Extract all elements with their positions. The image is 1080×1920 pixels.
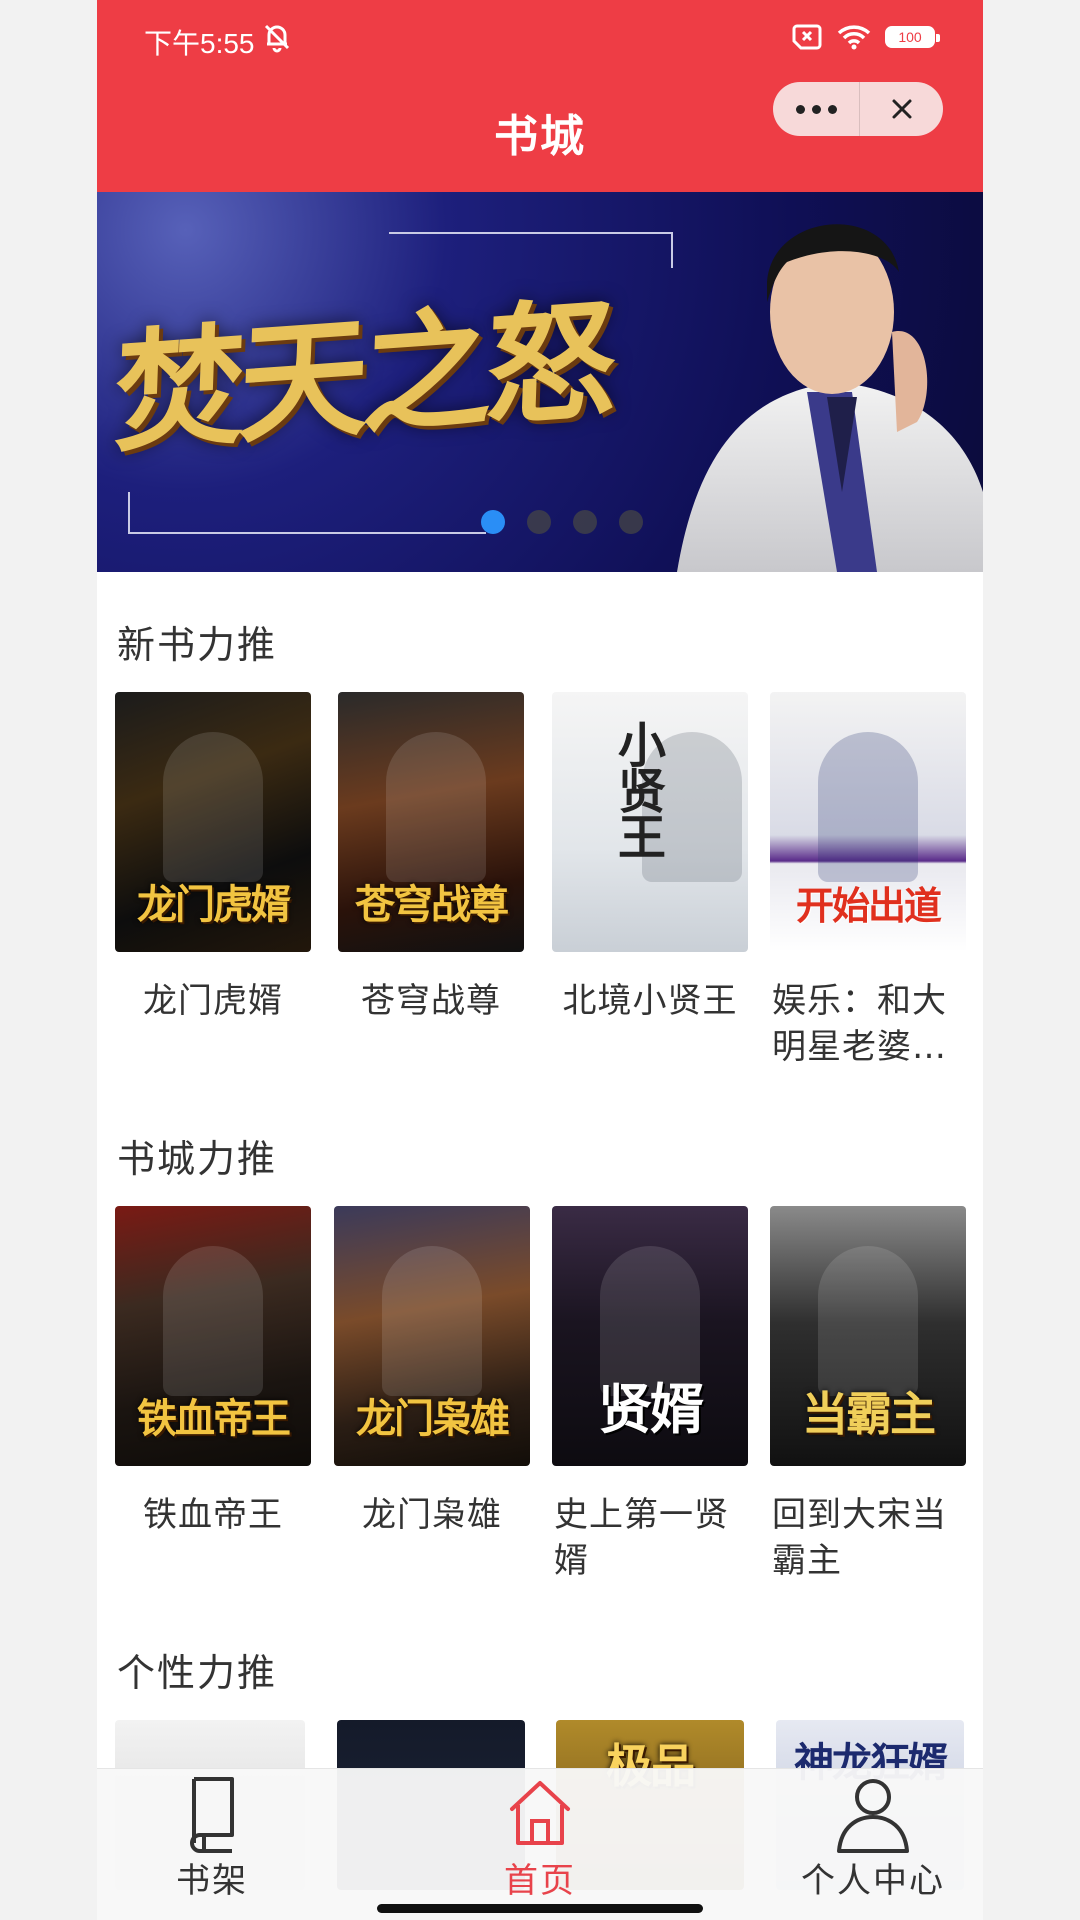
bell-off-icon bbox=[264, 24, 290, 53]
section-title: 新书力推 bbox=[117, 623, 278, 667]
status-time: 下午5:55 bbox=[144, 28, 255, 59]
pager-dot[interactable] bbox=[619, 510, 643, 534]
book-item[interactable]: 当霸主 回到大宋当霸主 bbox=[770, 1206, 966, 1584]
book-title[interactable]: 铁血帝王 bbox=[115, 1492, 311, 1538]
cover-text: 贤婿 bbox=[598, 1377, 704, 1441]
banner-decor-line bbox=[128, 492, 486, 534]
cover-text: 当霸主 bbox=[802, 1387, 936, 1441]
cover-text: 龙门虎婿 bbox=[137, 881, 291, 928]
book-title[interactable]: 龙门枭雄 bbox=[334, 1492, 530, 1538]
book-cover[interactable]: 当霸主 bbox=[770, 1206, 966, 1466]
cover-text: 开始出道 bbox=[795, 883, 942, 928]
more-dots-icon bbox=[795, 104, 837, 114]
bookshelf-icon bbox=[190, 1777, 234, 1853]
cover-text: 龙门枭雄 bbox=[356, 1395, 510, 1442]
home-indicator[interactable] bbox=[377, 1904, 703, 1913]
book-item[interactable]: 龙门虎婿 龙门虎婿 bbox=[115, 692, 311, 1024]
mini-program-capsule bbox=[773, 82, 943, 136]
book-title[interactable]: 北境小贤王 bbox=[552, 978, 748, 1024]
book-cover[interactable]: 小贤王 bbox=[552, 692, 748, 952]
book-cover[interactable]: 贤婿 bbox=[552, 1206, 748, 1466]
bottom-tab-bar: 书架 首页 个人中心 bbox=[97, 1768, 983, 1920]
pager-dot[interactable] bbox=[527, 510, 551, 534]
close-button[interactable] bbox=[860, 82, 943, 136]
tab-profile[interactable]: 个人中心 bbox=[773, 1769, 973, 1901]
book-title[interactable]: 回到大宋当霸主 bbox=[770, 1492, 966, 1584]
cover-text: 小贤王 bbox=[609, 720, 665, 858]
book-item[interactable]: 铁血帝王 铁血帝王 bbox=[115, 1206, 311, 1538]
tab-label: 书架 bbox=[176, 1861, 248, 1901]
book-cover[interactable]: 铁血帝王 bbox=[115, 1206, 311, 1466]
user-icon bbox=[837, 1779, 909, 1853]
pager-dot[interactable] bbox=[573, 510, 597, 534]
banner-pager bbox=[481, 510, 643, 534]
banner-title: 焚天之怒 bbox=[112, 282, 613, 471]
tab-home[interactable]: 首页 bbox=[440, 1769, 640, 1901]
book-item[interactable]: 小贤王 北境小贤王 bbox=[552, 692, 748, 1024]
book-title[interactable]: 龙门虎婿 bbox=[115, 978, 311, 1024]
sim-off-icon bbox=[792, 24, 822, 50]
banner-character-image bbox=[677, 224, 983, 572]
pager-dot-active[interactable] bbox=[481, 510, 505, 534]
tab-label: 首页 bbox=[504, 1861, 576, 1901]
book-cover[interactable]: 苍穹战尊 bbox=[338, 692, 524, 952]
book-title[interactable]: 苍穹战尊 bbox=[338, 978, 524, 1024]
cover-text: 铁血帝王 bbox=[137, 1395, 291, 1442]
close-icon bbox=[892, 99, 911, 119]
book-title[interactable]: 史上第一贤婿 bbox=[552, 1492, 748, 1584]
book-item[interactable]: 贤婿 史上第一贤婿 bbox=[552, 1206, 748, 1584]
book-cover[interactable]: 龙门枭雄 bbox=[334, 1206, 530, 1466]
status-icons: 100 bbox=[791, 24, 940, 50]
tab-label: 个人中心 bbox=[801, 1861, 945, 1901]
book-cover[interactable]: 开始出道 bbox=[770, 692, 966, 952]
section-title: 个性力推 bbox=[117, 1651, 278, 1695]
tab-bookshelf[interactable]: 书架 bbox=[112, 1769, 312, 1901]
book-title[interactable]: 娱乐：和大明星老婆… bbox=[770, 978, 966, 1070]
book-item[interactable]: 龙门枭雄 龙门枭雄 bbox=[334, 1206, 530, 1538]
home-icon bbox=[510, 1781, 570, 1845]
book-cover[interactable]: 龙门虎婿 bbox=[115, 692, 311, 952]
battery-icon: 100 bbox=[885, 26, 940, 48]
book-item[interactable]: 开始出道 娱乐：和大明星老婆… bbox=[770, 692, 966, 1070]
wifi-icon bbox=[837, 25, 871, 50]
book-item[interactable]: 苍穹战尊 苍穹战尊 bbox=[338, 692, 524, 1024]
cover-text: 苍穹战尊 bbox=[355, 881, 509, 928]
banner-carousel[interactable]: 焚天之怒 bbox=[97, 192, 983, 572]
more-button[interactable] bbox=[773, 82, 860, 136]
section-title: 书城力推 bbox=[117, 1137, 278, 1181]
header: 下午5:55 100 书城 bbox=[97, 0, 983, 192]
app-screen: 下午5:55 100 书城 焚天之怒 新书力推 龙门虎婿 龙门虎婿 苍穹战尊 苍… bbox=[97, 0, 983, 1920]
